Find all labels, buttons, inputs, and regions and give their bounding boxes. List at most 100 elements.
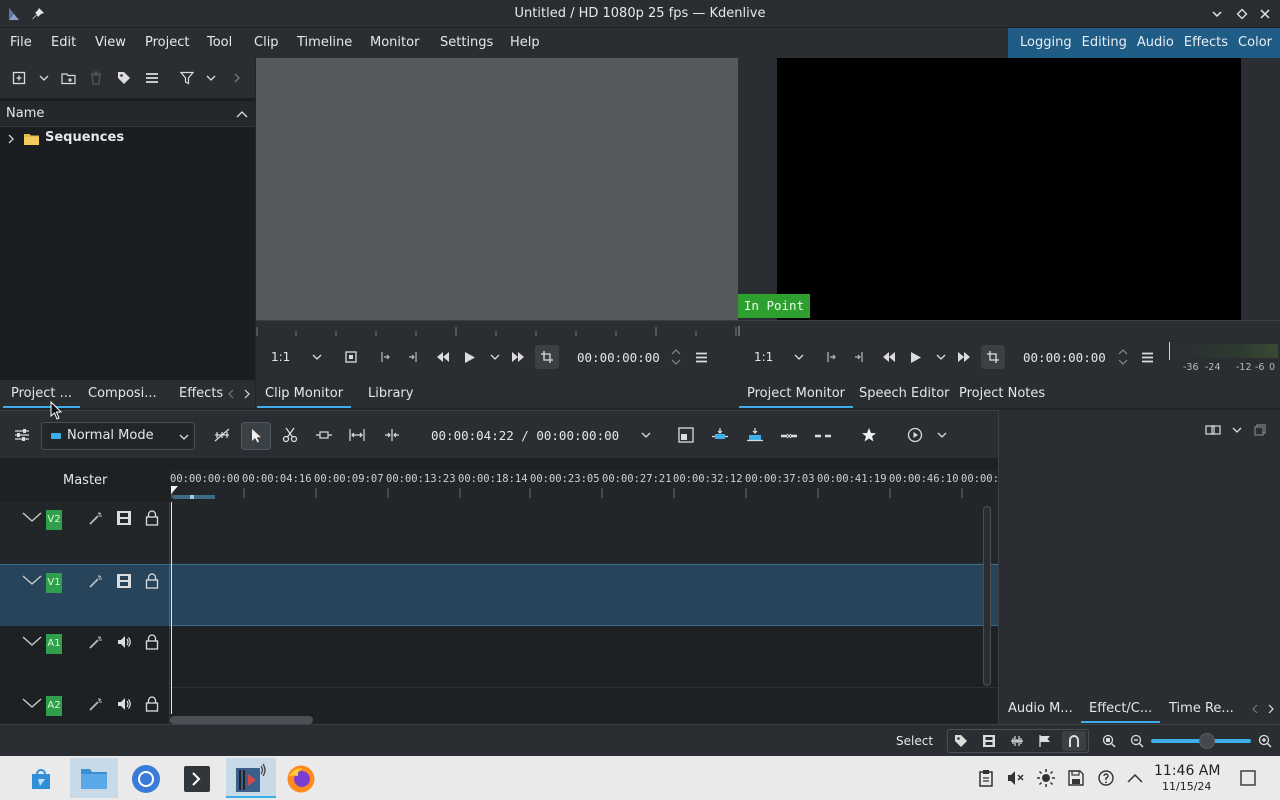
chevron-up-icon[interactable] (1126, 769, 1144, 787)
spin-arrows-icon[interactable] (1117, 346, 1129, 368)
tab-speech-editor[interactable]: Speech Editor (851, 380, 958, 408)
collapse-all-icon[interactable] (1253, 423, 1267, 437)
tab-effects[interactable]: Effects (171, 380, 231, 408)
composite-icon[interactable] (677, 427, 695, 443)
chevron-down-icon[interactable] (1231, 424, 1243, 436)
clock-date[interactable]: 11/15/24 (1162, 780, 1211, 793)
collapse-track-icon[interactable] (22, 696, 42, 710)
menu-clip[interactable]: Clip (254, 28, 279, 58)
collapse-track-icon[interactable] (22, 573, 42, 587)
rewind-icon[interactable] (435, 350, 451, 364)
lock-icon[interactable] (144, 572, 160, 590)
minimize-icon[interactable] (1209, 6, 1225, 22)
chevron-down-icon[interactable] (489, 351, 501, 363)
chevron-down-icon[interactable] (640, 429, 652, 441)
speaker-icon[interactable] (115, 695, 133, 713)
project-timecode[interactable]: 00:00:00:00 (1023, 350, 1106, 365)
save-disk-icon[interactable] (1067, 769, 1085, 787)
favorite-star-icon[interactable] (860, 426, 878, 444)
zoom-slider-handle[interactable] (1199, 733, 1215, 749)
volume-muted-icon[interactable] (1006, 769, 1026, 787)
chevron-right-icon[interactable] (242, 388, 252, 400)
brightness-icon[interactable] (1037, 769, 1055, 787)
clip-zoom-label[interactable]: 1:1 (271, 350, 290, 364)
spacer-tool-icon[interactable] (213, 427, 231, 443)
video-film-icon[interactable] (115, 572, 133, 590)
tag-icon[interactable] (953, 733, 969, 749)
set-out-point-icon[interactable] (852, 350, 866, 364)
ripple-tool-icon[interactable] (348, 427, 366, 443)
zoom-in-icon[interactable] (1257, 733, 1273, 749)
chevron-right-icon[interactable] (230, 71, 244, 85)
zoom-out-icon[interactable] (1129, 733, 1145, 749)
effects-wand-icon[interactable] (87, 696, 103, 712)
layout-color[interactable]: Color (1233, 28, 1277, 58)
effects-wand-icon[interactable] (87, 634, 103, 650)
tag-icon[interactable] (116, 70, 132, 86)
menu-settings[interactable]: Settings (440, 28, 493, 58)
bin-folder-row[interactable]: Sequences (0, 128, 255, 150)
audio-wave-icon[interactable] (1009, 733, 1025, 749)
close-icon[interactable] (1257, 6, 1273, 22)
master-label[interactable]: Master (63, 473, 107, 488)
menu-file[interactable]: File (10, 28, 32, 58)
track-settings-icon[interactable] (13, 427, 31, 443)
project-monitor-ruler[interactable] (738, 320, 1280, 336)
menu-view[interactable]: View (95, 28, 126, 58)
track-name[interactable]: V2 (46, 510, 62, 530)
chevron-right-icon[interactable] (1266, 703, 1276, 715)
project-monitor-view[interactable] (777, 58, 1241, 320)
chevron-down-icon[interactable] (311, 351, 323, 363)
clock-time[interactable]: 11:46 AM (1154, 763, 1220, 779)
tab-project-notes[interactable]: Project Notes (951, 380, 1053, 408)
lock-icon[interactable] (144, 633, 160, 651)
lift-icon[interactable] (813, 427, 833, 443)
zoom-fit-icon[interactable] (1101, 733, 1117, 749)
track-v1[interactable]: V1 (0, 564, 998, 627)
clip-timecode[interactable]: 00:00:00:00 (577, 350, 660, 365)
chevron-down-icon[interactable] (935, 351, 947, 363)
delete-icon[interactable] (88, 70, 104, 86)
video-film-icon[interactable] (981, 733, 997, 749)
chevron-left-icon[interactable] (1250, 703, 1260, 715)
tab-compositions[interactable]: Composi... (80, 380, 165, 408)
lock-icon[interactable] (144, 509, 160, 527)
tab-effect-composition[interactable]: Effect/C... (1081, 695, 1161, 723)
menu-icon[interactable] (694, 350, 708, 364)
menu-tool[interactable]: Tool (207, 28, 232, 58)
filter-icon[interactable] (179, 70, 195, 86)
menu-timeline[interactable]: Timeline (297, 28, 352, 58)
layout-logging[interactable]: Logging (1015, 28, 1077, 58)
app-launcher-icon[interactable] (28, 766, 54, 792)
insert-clip-icon[interactable] (710, 427, 730, 443)
rewind-icon[interactable] (881, 350, 897, 364)
tab-audio-mixer[interactable]: Audio M... (1000, 695, 1081, 723)
track-name[interactable]: A1 (46, 634, 62, 654)
effects-wand-icon[interactable] (87, 573, 103, 589)
effects-wand-icon[interactable] (87, 510, 103, 526)
add-folder-icon[interactable] (60, 70, 76, 86)
marker-flag-icon[interactable] (1037, 733, 1053, 749)
fast-forward-icon[interactable] (956, 350, 972, 364)
overwrite-clip-icon[interactable] (745, 427, 765, 443)
playhead-line[interactable] (171, 502, 172, 724)
fast-forward-icon[interactable] (510, 350, 526, 364)
menu-monitor[interactable]: Monitor (370, 28, 419, 58)
lock-icon[interactable] (144, 695, 160, 713)
record-icon[interactable] (906, 427, 924, 443)
track-v2[interactable]: V2 (0, 502, 998, 564)
compare-icon[interactable] (1204, 423, 1222, 437)
play-icon[interactable] (909, 350, 923, 364)
set-in-point-icon[interactable] (824, 350, 838, 364)
firefox-icon[interactable] (286, 764, 316, 794)
collapse-track-icon[interactable] (22, 634, 42, 648)
menu-icon[interactable] (144, 70, 160, 86)
video-film-icon[interactable] (115, 509, 133, 527)
tab-project-monitor[interactable]: Project Monitor (739, 380, 854, 408)
track-name[interactable]: V1 (46, 573, 62, 593)
extract-icon[interactable] (779, 427, 799, 443)
expand-arrow-icon[interactable] (5, 133, 17, 145)
razor-tool-icon[interactable] (281, 427, 299, 443)
terminal-icon[interactable] (183, 765, 211, 793)
add-clip-icon[interactable] (11, 70, 27, 86)
